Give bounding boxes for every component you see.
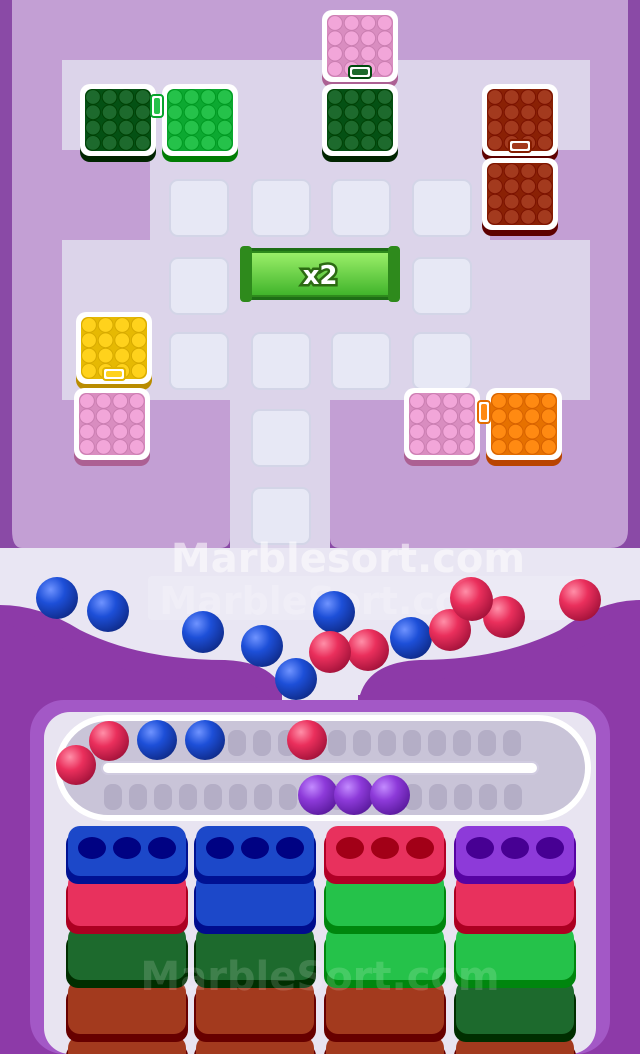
conveyor-slot: [104, 784, 122, 810]
box-pink-right[interactable]: [404, 388, 480, 466]
sort-column[interactable]: [454, 826, 576, 1054]
conveyor-slot: [179, 784, 197, 810]
conveyor-slot: [479, 784, 497, 810]
conveyor-slot: [353, 730, 371, 756]
marble-red: [89, 721, 129, 761]
conveyor-slot: [254, 784, 272, 810]
conveyor-slot: [504, 784, 522, 810]
grid-tile[interactable]: [169, 332, 229, 390]
marble-red: [451, 579, 493, 621]
grid-tile[interactable]: [412, 257, 472, 315]
box-connector-fill: [512, 143, 528, 149]
conveyor-slot: [328, 730, 346, 756]
multiplier-label: x2: [303, 261, 338, 291]
grid-tile[interactable]: [331, 179, 391, 237]
box-orange[interactable]: [486, 388, 562, 466]
lid-hole: [501, 837, 529, 859]
conveyor-slot: [453, 730, 471, 756]
marble-blue: [182, 611, 224, 653]
grid-tile[interactable]: [251, 179, 311, 237]
marble-purple: [334, 775, 374, 815]
watermark-top: Marblesort.com: [171, 536, 525, 582]
marble-red: [287, 720, 327, 760]
grid-tile[interactable]: [412, 332, 472, 390]
marble-red: [559, 579, 601, 621]
grid-tile[interactable]: [251, 409, 311, 467]
marble-blue: [313, 591, 355, 633]
grid-tile[interactable]: [169, 179, 229, 237]
conveyor-slot: [429, 784, 447, 810]
conveyor-divider: [101, 761, 539, 775]
grid-tile[interactable]: [169, 257, 229, 315]
multiplier-banner: x2: [240, 246, 400, 302]
lid-hole: [206, 837, 234, 859]
watermark-bottom: MarbleSort.com: [140, 954, 499, 1000]
marble-red: [309, 631, 351, 673]
lid-hole: [371, 837, 399, 859]
marble-blue: [241, 625, 283, 667]
conveyor-slot: [503, 730, 521, 756]
conveyor-slot: [279, 784, 297, 810]
lid-hole: [241, 837, 269, 859]
grid-tile[interactable]: [251, 332, 311, 390]
marble-red: [347, 629, 389, 671]
box-pink-left[interactable]: [74, 388, 150, 466]
box-green-left[interactable]: [162, 84, 238, 162]
game-scene: x2 Marblesort.com MarbleSort.com MarbleS…: [0, 0, 640, 1054]
lid-hole: [406, 837, 434, 859]
marble-blue: [185, 720, 225, 760]
lid-hole: [148, 837, 176, 859]
conveyor-slot: [454, 784, 472, 810]
sort-column[interactable]: [324, 826, 446, 1054]
lid-hole: [536, 837, 564, 859]
conveyor-slot: [253, 730, 271, 756]
lid-hole: [336, 837, 364, 859]
sort-column[interactable]: [66, 826, 188, 1054]
lid-hole: [113, 837, 141, 859]
box-darkgreen-center[interactable]: [322, 84, 398, 162]
conveyor-slot: [229, 784, 247, 810]
marble-blue: [137, 720, 177, 760]
box-connector-fill: [481, 404, 487, 420]
marble-blue: [390, 617, 432, 659]
marble-red: [56, 745, 96, 785]
marble-blue: [36, 577, 78, 619]
lid-hole: [276, 837, 304, 859]
box-connector-fill: [154, 98, 160, 114]
grid-tile[interactable]: [331, 332, 391, 390]
lid-hole: [78, 837, 106, 859]
marble-blue: [87, 590, 129, 632]
conveyor-slot: [478, 730, 496, 756]
lid-hole: [466, 837, 494, 859]
conveyor-slot: [403, 730, 421, 756]
conveyor-slot: [428, 730, 446, 756]
conveyor-slot: [129, 784, 147, 810]
conveyor-slot: [204, 784, 222, 810]
conveyor-slot: [154, 784, 172, 810]
sort-column[interactable]: [194, 826, 316, 1054]
marble-purple: [370, 775, 410, 815]
conveyor-slot: [228, 730, 246, 756]
box-brown-bottom[interactable]: [482, 158, 558, 236]
box-connector-fill: [106, 371, 122, 377]
grid-tile[interactable]: [412, 179, 472, 237]
box-darkgreen-left[interactable]: [80, 84, 156, 162]
conveyor-slot: [378, 730, 396, 756]
box-connector-fill: [352, 69, 368, 75]
marble-purple: [298, 775, 338, 815]
marble-blue: [275, 658, 317, 700]
